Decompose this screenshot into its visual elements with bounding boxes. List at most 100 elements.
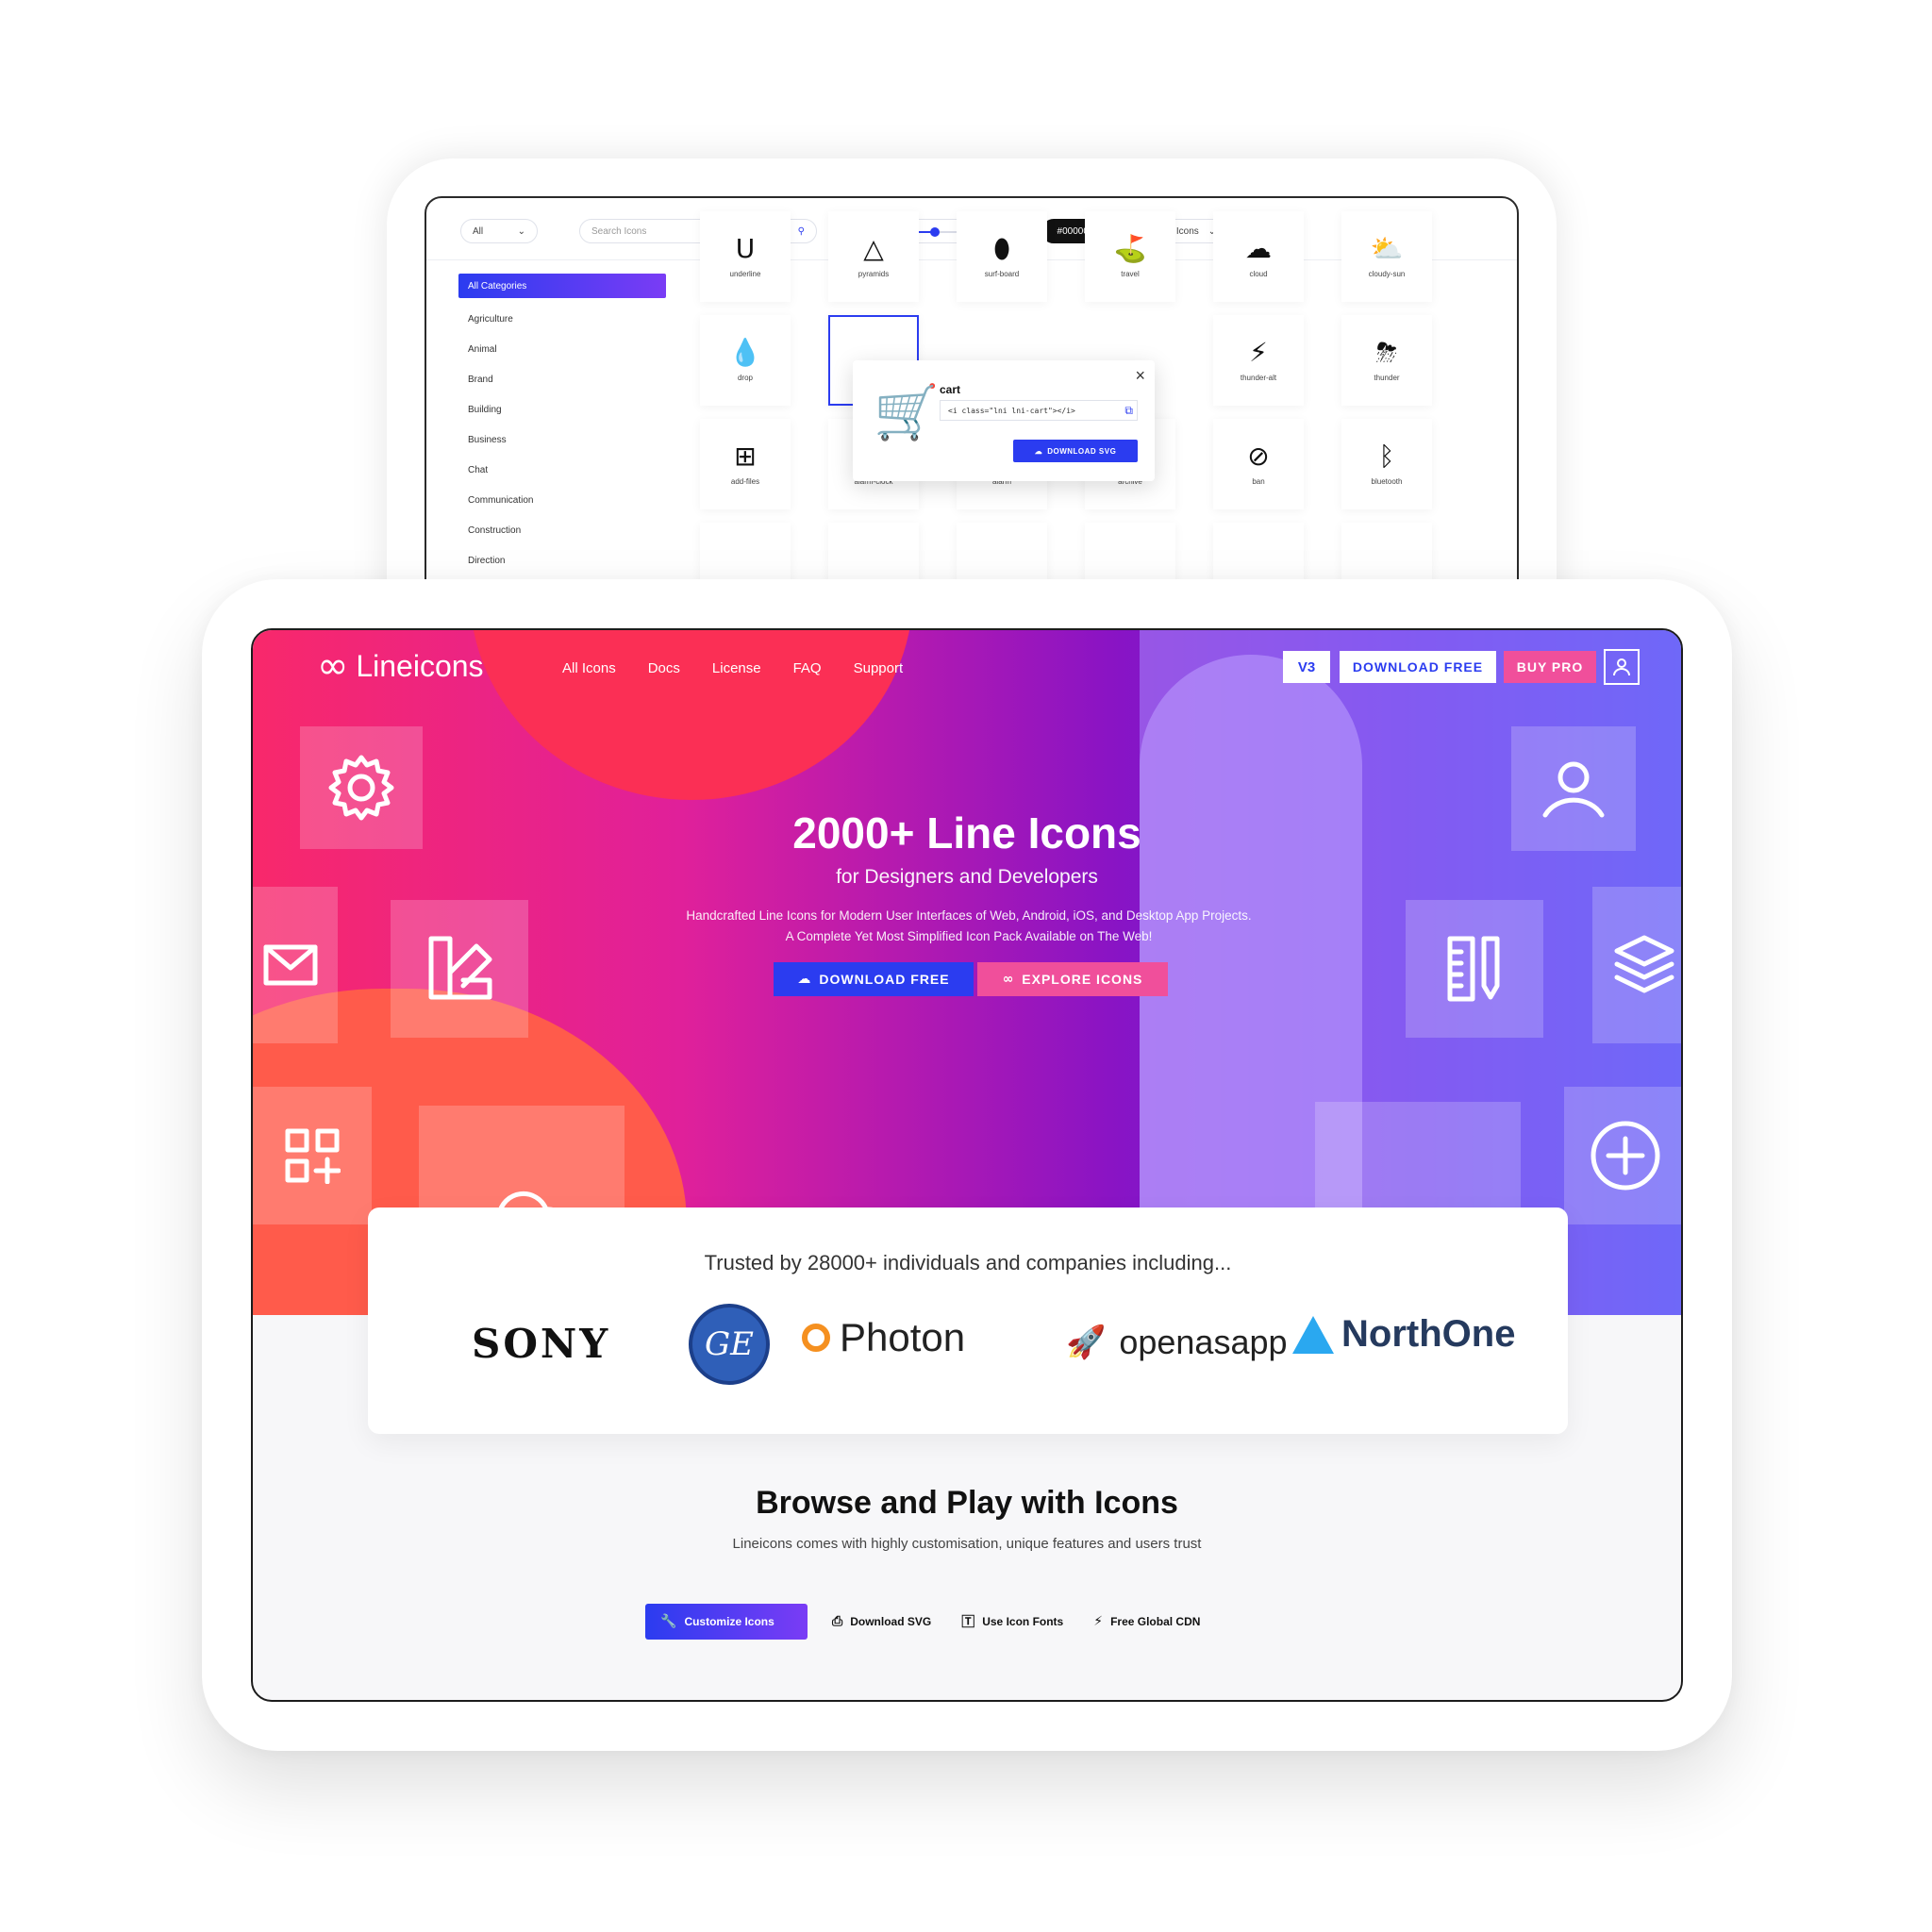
icon-code-text: <i class="lni lni-cart"></i> bbox=[948, 406, 1075, 415]
category-item-communication[interactable]: Communication bbox=[458, 485, 666, 515]
category-item-construction[interactable]: Construction bbox=[458, 515, 666, 545]
category-item-chat[interactable]: Chat bbox=[458, 455, 666, 485]
popup-title: cart bbox=[940, 383, 961, 396]
add-files-icon: ⊞ bbox=[734, 440, 757, 472]
northone-logo: NorthOne bbox=[1292, 1313, 1515, 1356]
icon-caption: drop bbox=[737, 373, 753, 382]
tab-customize-icons[interactable]: 🔧 Customize Icons bbox=[645, 1604, 808, 1640]
icon-tile-thunder[interactable]: ⛈ thunder bbox=[1341, 315, 1432, 406]
mockup-stage: All ⌄ Search Icons ⚲ 52px #000000 bbox=[0, 0, 1932, 1932]
version-button[interactable]: V3 bbox=[1283, 651, 1330, 683]
filter-select[interactable]: All ⌄ bbox=[460, 219, 538, 243]
category-item-agriculture[interactable]: Agriculture bbox=[458, 304, 666, 334]
icon-tile-drop[interactable]: 💧 drop bbox=[700, 315, 791, 406]
bolt-icon: ⚡ bbox=[1093, 1614, 1104, 1629]
copy-icon[interactable]: ⧉ bbox=[1124, 404, 1133, 418]
icon-tile-travel[interactable]: ⛳ travel bbox=[1085, 211, 1175, 302]
nav-link-faq[interactable]: FAQ bbox=[793, 660, 822, 676]
sony-logo: SONY bbox=[472, 1321, 611, 1367]
account-button[interactable] bbox=[1604, 649, 1640, 685]
tab-download-svg[interactable]: ⎙ Download SVG bbox=[817, 1604, 946, 1640]
landing-page-screen: ∞ Lineicons All Icons Docs License FAQ S… bbox=[251, 628, 1683, 1702]
icon-tile-ban[interactable]: ⊘ ban bbox=[1213, 419, 1304, 509]
trusted-by-text: Trusted by 28000+ individuals and compan… bbox=[704, 1251, 1232, 1274]
hero-download-label: DOWNLOAD FREE bbox=[819, 972, 950, 987]
layers-icon bbox=[1592, 887, 1681, 1043]
main-nav: All Icons Docs License FAQ Support bbox=[562, 660, 903, 676]
icon-tile-cloudy-sun[interactable]: ⛅ cloudy-sun bbox=[1341, 211, 1432, 302]
site-logo[interactable]: ∞ Lineicons bbox=[317, 647, 484, 685]
icon-tile-surf-board[interactable]: ⬮ surf-board bbox=[957, 211, 1047, 302]
nav-link-all-icons[interactable]: All Icons bbox=[562, 660, 616, 676]
openasapp-wordmark: openasapp bbox=[1119, 1323, 1288, 1361]
bluetooth-icon: ᛒ bbox=[1378, 440, 1395, 472]
cart-icon: 🛒 bbox=[874, 382, 940, 443]
rocket-icon: 🚀 bbox=[1066, 1324, 1107, 1361]
underline-icon: U bbox=[735, 232, 756, 264]
tab-label: Use Icon Fonts bbox=[982, 1615, 1064, 1628]
icon-caption: cloudy-sun bbox=[1368, 269, 1406, 278]
icon-detail-popup: 🛒 cart × <i class="lni lni-cart"></i> ⧉ … bbox=[853, 360, 1155, 481]
thunder-icon: ⛈ bbox=[1375, 336, 1398, 368]
openasapp-logo: 🚀 openasapp bbox=[1066, 1323, 1288, 1362]
icon-tile-bluetooth[interactable]: ᛒ bluetooth bbox=[1341, 419, 1432, 509]
design-tools-icon bbox=[391, 900, 528, 1038]
icon-caption: pyramids bbox=[858, 269, 890, 278]
category-item-building[interactable]: Building bbox=[458, 394, 666, 425]
browse-subtitle: Lineicons comes with highly customisatio… bbox=[732, 1536, 1202, 1552]
cloudy-sun-icon: ⛅ bbox=[1370, 232, 1404, 264]
photon-logo: Photon bbox=[802, 1315, 965, 1360]
tab-use-icon-fonts[interactable]: 🅃 Use Icon Fonts bbox=[946, 1604, 1078, 1640]
category-sidebar: All Categories Agriculture Animal Brand … bbox=[458, 274, 666, 575]
download-svg-button[interactable]: ☁ DOWNLOAD SVG bbox=[1013, 440, 1138, 462]
trusted-by-card: Trusted by 28000+ individuals and compan… bbox=[368, 1208, 1568, 1434]
filter-select-value: All bbox=[473, 225, 484, 237]
nav-link-docs[interactable]: Docs bbox=[648, 660, 680, 676]
hero-description: Handcrafted Line Icons for Modern User I… bbox=[592, 906, 1345, 947]
search-icon: ⚲ bbox=[797, 225, 805, 237]
explore-icons-button[interactable]: ∞ EXPLORE ICONS bbox=[977, 962, 1168, 996]
browse-title: Browse and Play with Icons bbox=[756, 1485, 1178, 1521]
icon-caption: thunder-alt bbox=[1240, 373, 1277, 382]
nav-link-license[interactable]: License bbox=[712, 660, 761, 676]
category-item-direction[interactable]: Direction bbox=[458, 545, 666, 575]
cloud-download-icon: ☁ bbox=[1034, 446, 1043, 456]
nav-link-support[interactable]: Support bbox=[854, 660, 904, 676]
icon-caption: cloud bbox=[1249, 269, 1268, 278]
drop-icon: 💧 bbox=[728, 336, 762, 368]
hero-download-button[interactable]: ☁ DOWNLOAD FREE bbox=[774, 962, 974, 996]
ge-logo: GE bbox=[689, 1304, 770, 1385]
icon-tile-add-files[interactable]: ⊞ add-files bbox=[700, 419, 791, 509]
icon-tile-thunder-alt[interactable]: ⚡ thunder-alt bbox=[1213, 315, 1304, 406]
tab-label: Free Global CDN bbox=[1110, 1615, 1201, 1628]
icon-caption: ban bbox=[1252, 476, 1265, 486]
hero-description-line: A Complete Yet Most Simplified Icon Pack… bbox=[785, 929, 1153, 943]
icon-caption: bluetooth bbox=[1371, 476, 1403, 486]
tab-free-global-cdn[interactable]: ⚡ Free Global CDN bbox=[1078, 1604, 1215, 1640]
close-icon[interactable]: × bbox=[1135, 366, 1145, 386]
category-item-all[interactable]: All Categories bbox=[458, 274, 666, 298]
northone-mark-icon bbox=[1292, 1315, 1334, 1354]
category-item-brand[interactable]: Brand bbox=[458, 364, 666, 394]
buy-pro-button[interactable]: BUY PRO bbox=[1504, 651, 1596, 683]
feature-tabs: 🔧 Customize Icons ⎙ Download SVG 🅃 Use I… bbox=[645, 1604, 1215, 1640]
category-item-animal[interactable]: Animal bbox=[458, 334, 666, 364]
icon-tile-cloud[interactable]: ☁ cloud bbox=[1213, 211, 1304, 302]
category-item-business[interactable]: Business bbox=[458, 425, 666, 455]
cloud-download-icon: ☁ bbox=[797, 972, 812, 987]
hero-shape bbox=[470, 630, 913, 800]
size-slider-handle[interactable] bbox=[930, 227, 940, 237]
thunder-alt-icon: ⚡ bbox=[1249, 336, 1268, 368]
icon-code-field[interactable]: <i class="lni lni-cart"></i> ⧉ bbox=[940, 400, 1138, 421]
svg-file-icon: ⎙ bbox=[832, 1614, 843, 1629]
grid-add-icon bbox=[253, 1087, 372, 1224]
hero-description-line: Handcrafted Line Icons for Modern User I… bbox=[686, 908, 1252, 923]
surf-board-icon: ⬮ bbox=[993, 232, 1010, 264]
plus-circle-icon bbox=[1564, 1087, 1681, 1224]
icon-caption: add-files bbox=[730, 476, 760, 486]
tab-label: Customize Icons bbox=[684, 1615, 774, 1628]
download-free-nav-button[interactable]: DOWNLOAD FREE bbox=[1340, 651, 1496, 683]
icon-tile-underline[interactable]: Uunderline bbox=[700, 211, 791, 302]
chevron-down-icon: ⌄ bbox=[517, 225, 525, 237]
icon-tile-pyramids[interactable]: △ pyramids bbox=[828, 211, 919, 302]
